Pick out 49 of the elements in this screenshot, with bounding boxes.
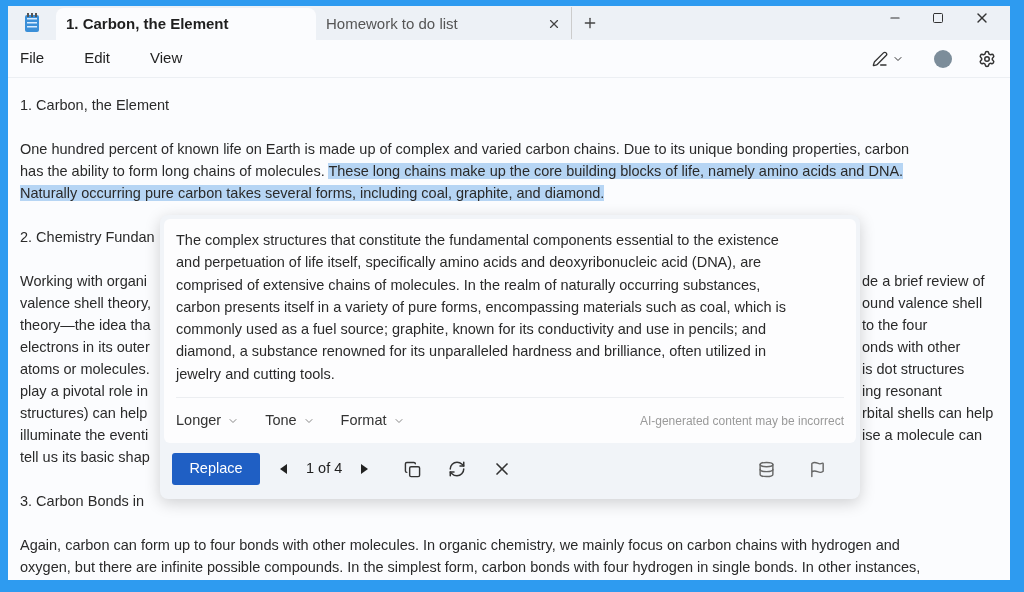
copy-icon[interactable] bbox=[404, 460, 422, 478]
regenerate-icon[interactable] bbox=[448, 460, 467, 479]
document-heading: 2. Chemistry Fundan bbox=[20, 229, 155, 245]
copilot-rewrite-button[interactable] bbox=[872, 50, 904, 67]
maximize-icon[interactable] bbox=[932, 12, 944, 24]
document-heading: 3. Carbon Bonds in bbox=[20, 493, 145, 509]
new-tab-icon[interactable] bbox=[582, 15, 598, 31]
document-text-line: rbital shells can help bbox=[862, 404, 994, 423]
notepad-icon bbox=[24, 13, 40, 33]
menu-item[interactable]: File bbox=[20, 47, 45, 70]
document-text-line: ound valence shell bbox=[862, 294, 983, 313]
menu-item[interactable]: Edit bbox=[84, 47, 111, 70]
document-text-line: Again, carbon can form up to four bonds with other molecules. In organic chemistry, we mainly focus on carbon chains with hydrogen and bbox=[20, 536, 901, 555]
disclaimer-text: AI-generated content may be incorrect bbox=[639, 412, 844, 430]
document-text-line: theory—the idea tha bbox=[20, 317, 151, 333]
pager-text: 1 of 4 bbox=[306, 459, 343, 479]
document-text-line: illuminate the eventi bbox=[20, 427, 149, 443]
document-text-line: ise a molecule can bbox=[862, 426, 983, 445]
flag-icon[interactable] bbox=[809, 460, 826, 478]
document-text-line: valence shell theory, bbox=[20, 295, 152, 311]
document-text-line: electrons in its outer bbox=[20, 339, 150, 355]
document-text-line: atoms or molecules. bbox=[20, 361, 150, 377]
tab[interactable]: Homework to do list bbox=[316, 8, 571, 40]
document-text-line: onds with other bbox=[862, 338, 961, 357]
settings-icon[interactable] bbox=[978, 49, 996, 68]
document-text-line: play a pivotal role in bbox=[20, 383, 149, 399]
option-dropdown[interactable]: Longer bbox=[176, 409, 240, 432]
document-text-line: de a brief review of bbox=[862, 272, 985, 291]
stack-icon[interactable] bbox=[758, 460, 775, 478]
avatar[interactable] bbox=[934, 49, 952, 68]
document-text-line: to the four bbox=[862, 316, 928, 335]
document-heading: 1. Carbon, the Element bbox=[20, 96, 171, 115]
close-tab-icon[interactable] bbox=[547, 17, 561, 31]
next-icon[interactable] bbox=[360, 464, 369, 475]
document-text-line: ing resonant bbox=[862, 382, 942, 401]
option-dropdown[interactable]: Tone bbox=[265, 409, 315, 432]
rewritten-text: The complex structures that constitute the fundamental components essential to the existence and perpetuation of life itself, specifically amino acids and deoxyribonucleic acid (DNA), are comprised of extensive chains of molecules. In the realm of naturally occurring substances, carbon presents itself in a variety of pure forms, encompassing materials such as coal, which is commonly used as a fuel source; graphite, known for its conductivity and use in pencils; and diamond, a substance renowned for its unparalleled hardness and brilliance, often utilized in jewelry and cutting tools. bbox=[176, 231, 788, 384]
document-text-line: One hundred percent of known life on Earth is made up of complex and varied carbon chains. Due to its unique bonding properties, carbon bbox=[20, 140, 911, 159]
document-text-line: is dot structures bbox=[862, 360, 965, 379]
menu-item[interactable]: View bbox=[150, 47, 183, 70]
replace-button[interactable]: Replace bbox=[172, 453, 260, 486]
document-text-line: Working with organi bbox=[20, 273, 148, 289]
previous-icon[interactable] bbox=[280, 464, 288, 475]
tab[interactable]: 1. Carbon, the Element bbox=[56, 8, 316, 40]
document-text-line: tell us its basic shap bbox=[20, 449, 150, 465]
document-text-line: has the ability to form long chains of molecules. These long chains make up the core building blocks of life, namely amino acids and DNA. bbox=[20, 162, 905, 181]
document-text-line: structures) can help bbox=[20, 405, 148, 421]
document-text-line: oxygen, but there are infinite possible compounds. In the simplest form, carbon bonds with four hydrogen in single bonds. In other instances, bbox=[20, 558, 922, 577]
option-dropdown[interactable]: Format bbox=[340, 409, 405, 432]
